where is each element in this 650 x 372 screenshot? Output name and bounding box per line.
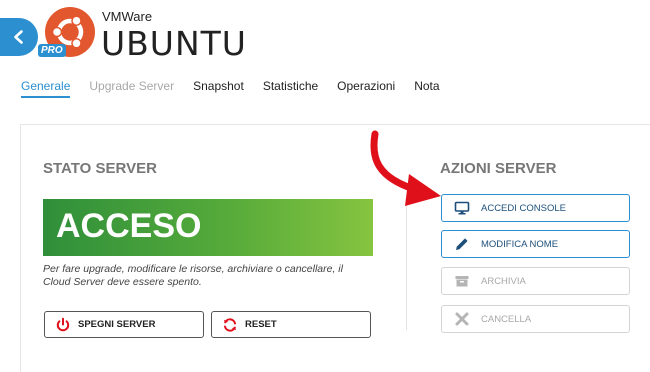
red-arrow-annotation xyxy=(370,130,441,206)
delete-button[interactable]: CANCELLA xyxy=(441,305,630,333)
archive-button[interactable]: ARCHIVIA xyxy=(441,267,630,295)
archive-label: ARCHIVIA xyxy=(481,275,526,287)
tab-upgrade-server[interactable]: Upgrade Server xyxy=(89,79,174,98)
rename-label: MODIFICA NOME xyxy=(481,238,559,250)
tab-generale[interactable]: Generale xyxy=(21,79,71,98)
power-off-label: SPEGNI SERVER xyxy=(78,319,156,330)
pencil-icon xyxy=(454,236,470,252)
close-icon xyxy=(454,311,470,327)
vendor-label: VMWare xyxy=(102,9,153,24)
actions-section-title: AZIONI SERVER xyxy=(440,160,557,177)
console-button[interactable]: ACCEDI CONSOLE xyxy=(441,194,630,222)
console-label: ACCEDI CONSOLE xyxy=(481,202,566,214)
status-badge: ACCESO xyxy=(43,199,373,256)
tab-statistiche[interactable]: Statistiche xyxy=(263,79,318,98)
refresh-icon xyxy=(222,317,238,333)
rename-button[interactable]: MODIFICA NOME xyxy=(441,230,630,258)
column-divider xyxy=(406,200,407,330)
monitor-icon xyxy=(454,200,470,216)
pro-badge: PRO xyxy=(38,44,66,57)
page-title: UBUNTU xyxy=(101,24,247,63)
tab-operazioni[interactable]: Operazioni xyxy=(337,79,395,98)
reset-button[interactable]: RESET xyxy=(211,311,371,338)
tab-bar: Generale Upgrade Server Snapshot Statist… xyxy=(21,79,459,98)
power-icon xyxy=(55,317,71,333)
tab-nota[interactable]: Nota xyxy=(414,79,439,98)
reset-label: RESET xyxy=(245,319,277,330)
status-note: Per fare upgrade, modificare le risorse,… xyxy=(43,263,343,288)
power-off-button[interactable]: SPEGNI SERVER xyxy=(44,311,204,338)
archive-icon xyxy=(454,273,470,289)
back-button[interactable] xyxy=(0,18,38,56)
delete-label: CANCELLA xyxy=(481,313,532,325)
chevron-left-icon xyxy=(14,30,23,44)
tab-snapshot[interactable]: Snapshot xyxy=(193,79,244,98)
status-section-title: STATO SERVER xyxy=(43,160,157,177)
